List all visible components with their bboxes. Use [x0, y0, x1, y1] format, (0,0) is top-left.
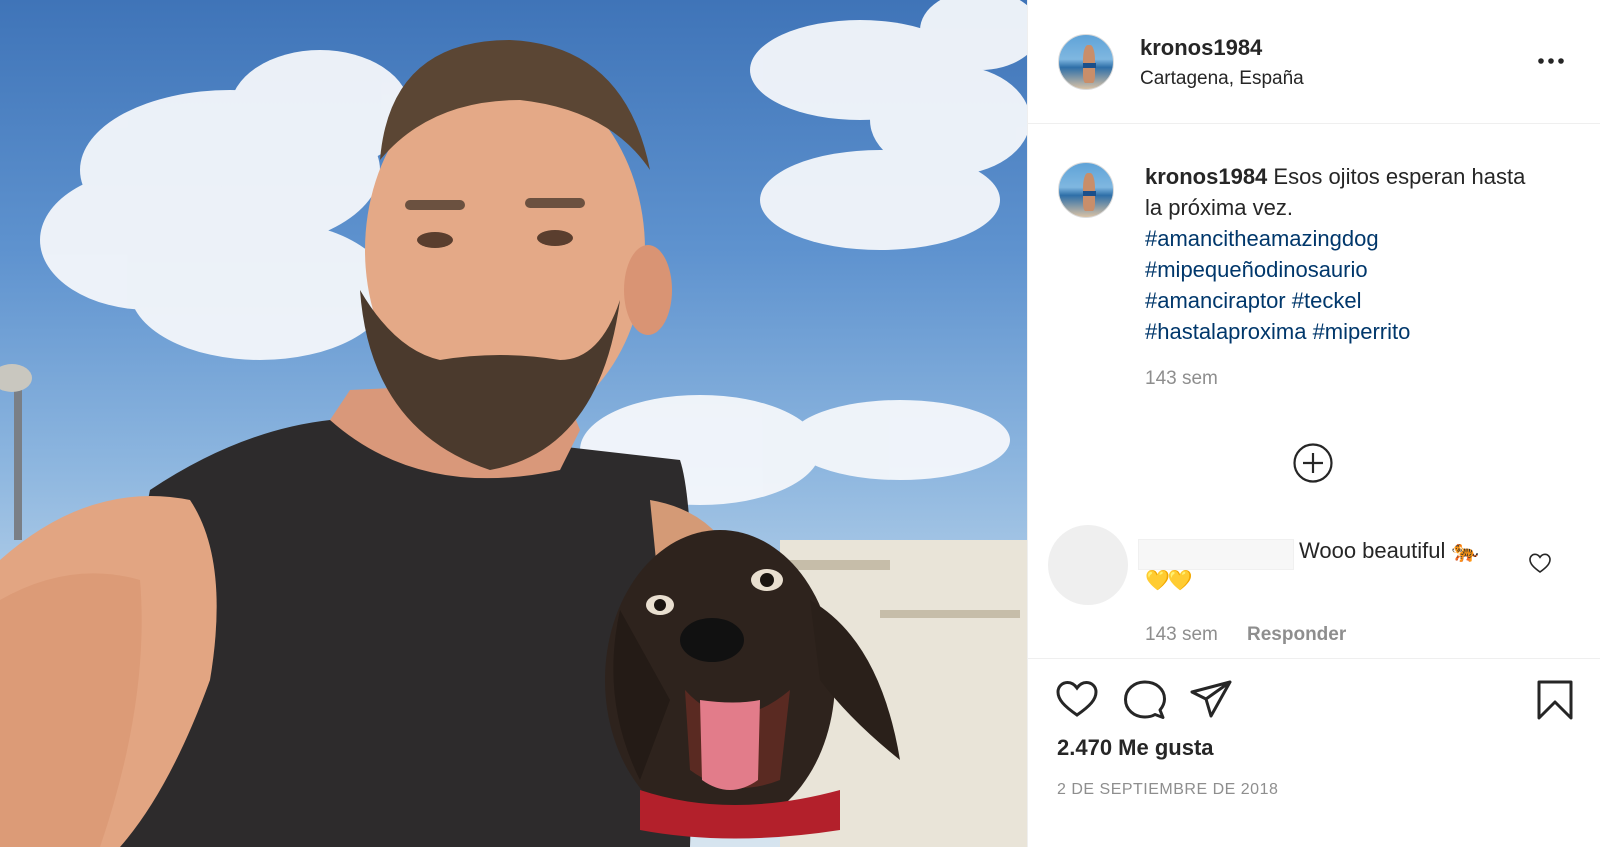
author-avatar[interactable] — [1058, 34, 1114, 90]
likes-count[interactable]: 2.470 Me gusta — [1057, 735, 1214, 761]
paper-plane-icon[interactable] — [1189, 679, 1233, 724]
commenter-username-redacted — [1138, 539, 1294, 570]
lamp-post — [14, 380, 22, 540]
hashtag-link[interactable]: #miperrito — [1313, 319, 1411, 344]
caption-timestamp: 143 sem — [1145, 368, 1218, 389]
post-photo[interactable] — [0, 0, 1027, 847]
hashtag-link[interactable]: #mipequeñodinosaurio — [1145, 257, 1368, 282]
hashtag-link[interactable]: #teckel — [1292, 288, 1362, 313]
post-details-panel: kronos1984 Cartagena, España kronos1984 … — [1027, 0, 1600, 847]
hashtag-link[interactable]: #hastalaproxima — [1145, 319, 1306, 344]
post-actions: 2.470 Me gusta 2 DE SEPTIEMBRE DE 2018 — [1028, 658, 1600, 847]
author-username[interactable]: kronos1984 — [1140, 35, 1262, 61]
comment-bubble-icon[interactable] — [1123, 679, 1167, 726]
lamp-head — [0, 364, 32, 392]
heart-icon[interactable] — [1055, 679, 1099, 724]
comment-text: Wooo beautiful 🐅 — [1299, 538, 1479, 563]
caption-text: kronos1984 Esos ojitos esperan hasta la … — [1145, 161, 1545, 347]
more-options-icon[interactable] — [1531, 46, 1571, 76]
bookmark-icon[interactable] — [1536, 679, 1574, 726]
plus-circle-icon[interactable] — [1292, 442, 1334, 484]
comment-timestamp: 143 sem — [1145, 624, 1218, 645]
post-header: kronos1984 Cartagena, España — [1028, 0, 1600, 124]
reply-button[interactable]: Responder — [1247, 624, 1346, 646]
comment-emoji-line: 💛💛 — [1145, 570, 1193, 592]
comment-heart-icon[interactable] — [1528, 552, 1554, 576]
commenter-avatar[interactable] — [1048, 525, 1128, 605]
caption-author-avatar[interactable] — [1058, 162, 1114, 218]
post-date: 2 DE SEPTIEMBRE DE 2018 — [1057, 781, 1279, 798]
hashtag-link[interactable]: #amanciraptor — [1145, 288, 1286, 313]
post-location[interactable]: Cartagena, España — [1140, 68, 1304, 90]
caption-username[interactable]: kronos1984 — [1145, 164, 1267, 189]
post-photo-illustration — [0, 0, 1027, 847]
hashtag-link[interactable]: #amancitheamazingdog — [1145, 226, 1379, 251]
